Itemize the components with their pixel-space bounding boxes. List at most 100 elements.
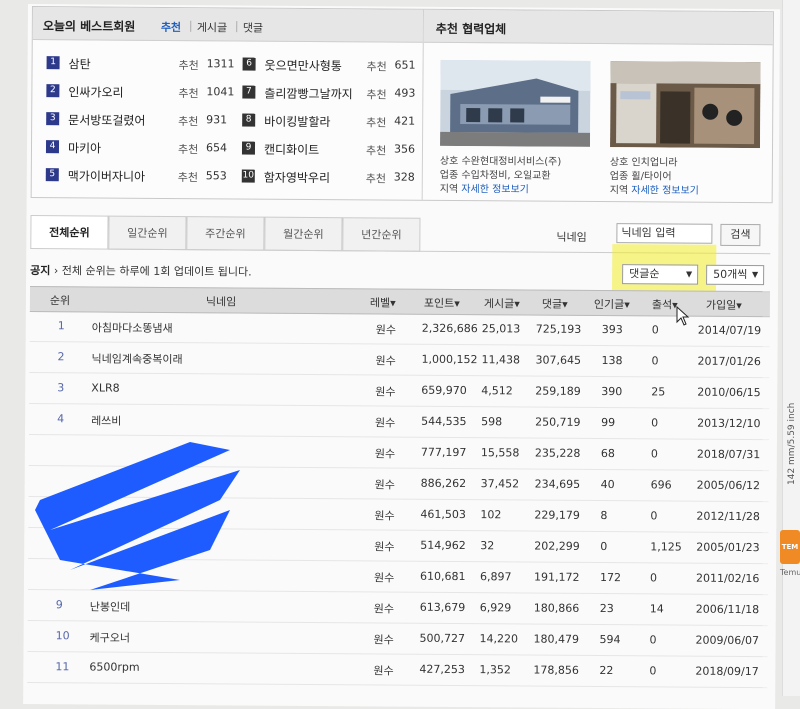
best-tab-recommend[interactable]: 추천	[161, 19, 181, 35]
join-date-cell: 2005/06/12	[696, 478, 761, 493]
temu-app-icon[interactable]: TEM	[780, 530, 800, 564]
attendance-cell: 0	[650, 509, 658, 523]
per-page-select[interactable]: 50개씩 ▼	[706, 264, 765, 286]
partners-title: 추천 협력업체	[435, 21, 507, 37]
member-name[interactable]: 바이킹발할라	[264, 113, 330, 130]
best-member-item[interactable]: 8 바이킹발할라 추천 421	[242, 112, 432, 133]
member-name[interactable]: 캔디화이트	[264, 141, 319, 158]
nickname-cell[interactable]: 아침마다소똥냄새	[92, 319, 173, 336]
popular-cell: 8	[600, 509, 608, 523]
nickname-cell[interactable]: 난봉인데	[90, 598, 131, 614]
recommend-count: 654	[205, 141, 228, 155]
nickname-search-input[interactable]: 닉네임 입력	[616, 223, 713, 244]
partner-photo[interactable]	[610, 61, 761, 149]
join-date-cell: 2018/07/31	[696, 447, 761, 462]
rank-badge: 7	[242, 85, 256, 99]
popular-cell: 393	[601, 323, 623, 337]
best-member-item[interactable]: 5 맥가이버자니아 추천 553	[45, 167, 236, 188]
comments-cell: 725,193	[535, 322, 582, 336]
recommend-label: 추천	[178, 87, 199, 101]
level-cell: 원수	[373, 633, 394, 647]
popular-cell: 138	[601, 354, 623, 368]
tab-weekly-ranking[interactable]: 주간순위	[186, 216, 265, 251]
best-tab-posts[interactable]: 게시글	[197, 19, 227, 35]
points-cell: 777,197	[420, 445, 467, 460]
popular-cell: 68	[600, 447, 615, 461]
member-name[interactable]: 삼탄	[69, 55, 91, 72]
comments-cell: 178,856	[533, 663, 579, 677]
comments-cell: 202,299	[534, 539, 580, 553]
member-name[interactable]: 츨리깜빵그날까지	[264, 85, 352, 103]
level-cell: 원수	[375, 385, 396, 399]
nickname-cell[interactable]: XLR8	[91, 381, 119, 394]
sort-select[interactable]: 댓글순 ▼	[622, 264, 699, 285]
column-header-popular[interactable]: 인기글▾	[594, 296, 630, 312]
tab-daily-ranking[interactable]: 일간순위	[108, 215, 187, 251]
member-name[interactable]: 마키아	[68, 139, 101, 156]
nickname-cell[interactable]: 6500rpm	[89, 660, 139, 673]
chevron-down-icon: ▼	[685, 269, 693, 279]
partners-header: 추천 협력업체	[423, 9, 773, 46]
tab-yearly-ranking[interactable]: 년간순위	[342, 217, 421, 252]
best-member-item[interactable]: 2 인싸가오리 추천 1041	[46, 83, 236, 104]
nickname-cell[interactable]: 케구오너	[90, 629, 131, 645]
best-member-item[interactable]: 1 삼탄 추천 1311	[46, 55, 237, 76]
best-member-item[interactable]: 6 웃으면만사형통 추천 651	[242, 56, 432, 77]
temu-label: Temu	[780, 568, 800, 577]
member-name[interactable]: 웃으면만사형통	[265, 57, 342, 75]
nickname-cell[interactable]: 레쓰비	[91, 412, 121, 428]
recommend-count: 1041	[206, 85, 235, 99]
member-name[interactable]: 문서방또걸렸어	[68, 111, 145, 129]
partner-detail-link[interactable]: 자세한 정보보기	[461, 184, 529, 195]
recommend-count: 1311	[206, 57, 235, 71]
search-button[interactable]: 검색	[720, 223, 761, 247]
column-header-level[interactable]: 레벨▾	[370, 294, 396, 310]
best-member-item[interactable]: 10 함자영박우리 추천 328	[241, 168, 432, 189]
partner-photo[interactable]	[440, 59, 591, 147]
best-tab-comments[interactable]: 댓글	[243, 20, 263, 36]
table-row: 2 닉네임계속중복이래 원수 1,000,152 11,438 307,645 138 0 20…	[29, 342, 770, 379]
best-member-item[interactable]: 9 캔디화이트 추천 356	[241, 140, 432, 161]
column-header-points[interactable]: 포인트▾	[424, 295, 460, 311]
best-member-item[interactable]: 7 츨리깜빵그날까지 추천 493	[242, 84, 432, 105]
rank-badge: 2	[46, 84, 60, 98]
nickname-cell[interactable]: 닉네임계속중복이래	[91, 350, 182, 367]
recommend-count: 356	[393, 142, 416, 156]
table-row: 10 케구오너 원수 500,727 14,220 180,479 594 0 2009/06/…	[27, 621, 768, 658]
partner-card[interactable]: 상호 인치업니라 업종 휠/타이어 지역 자세한 정보보기	[610, 61, 771, 197]
recommend-label: 추천	[366, 116, 387, 130]
column-header-posts[interactable]: 게시글▾	[484, 295, 520, 311]
tab-all-ranking[interactable]: 전체순위	[30, 215, 109, 250]
tab-monthly-ranking[interactable]: 월간순위	[264, 216, 343, 252]
best-member-item[interactable]: 3 문서방또걸렸어 추천 931	[46, 111, 236, 132]
redaction-scribble	[35, 442, 240, 590]
comments-cell: 180,866	[533, 601, 580, 615]
column-header-comments[interactable]: 댓글▾	[542, 296, 568, 312]
level-cell: 원수	[375, 354, 396, 368]
posts-cell: 11,438	[481, 353, 521, 367]
column-header-join-date[interactable]: 가입일▾	[706, 297, 742, 313]
posts-cell: 4,512	[481, 384, 513, 398]
popular-cell: 23	[599, 602, 614, 616]
column-header-attendance[interactable]: 출석▾	[652, 296, 678, 312]
points-cell: 544,535	[421, 414, 467, 429]
comments-cell: 259,189	[535, 384, 581, 398]
best-member-item[interactable]: 4 마키아 추천 654	[45, 139, 236, 160]
recommend-label: 추천	[365, 172, 387, 186]
divider: |	[188, 19, 193, 33]
member-name[interactable]: 함자영박우리	[264, 169, 330, 186]
member-name[interactable]: 인싸가오리	[68, 83, 123, 100]
points-cell: 2,326,686	[421, 321, 478, 336]
member-name[interactable]: 맥가이버자니아	[68, 167, 145, 185]
rank-cell: 11	[55, 660, 70, 674]
best-members-header: 오늘의 베스트회원 추천 | 게시글 | 댓글	[32, 7, 423, 43]
posts-cell: 1,352	[479, 663, 511, 677]
attendance-cell: 1,125	[650, 540, 682, 554]
partner-card[interactable]: 상호 수완현대정비서비스(주) 업종 수입차정비, 오일교환 지역 자세한 정보…	[440, 59, 601, 196]
table-row: 1 아침마다소똥냄새 원수 2,326,686 25,013 725,193 393 0 201…	[29, 311, 770, 348]
column-header-nickname: 닉네임	[205, 295, 237, 309]
partner-detail-link[interactable]: 자세한 정보보기	[631, 185, 699, 196]
rank-badge: 8	[242, 113, 256, 127]
rank-badge: 4	[45, 140, 60, 154]
recommend-label: 추천	[177, 171, 199, 185]
